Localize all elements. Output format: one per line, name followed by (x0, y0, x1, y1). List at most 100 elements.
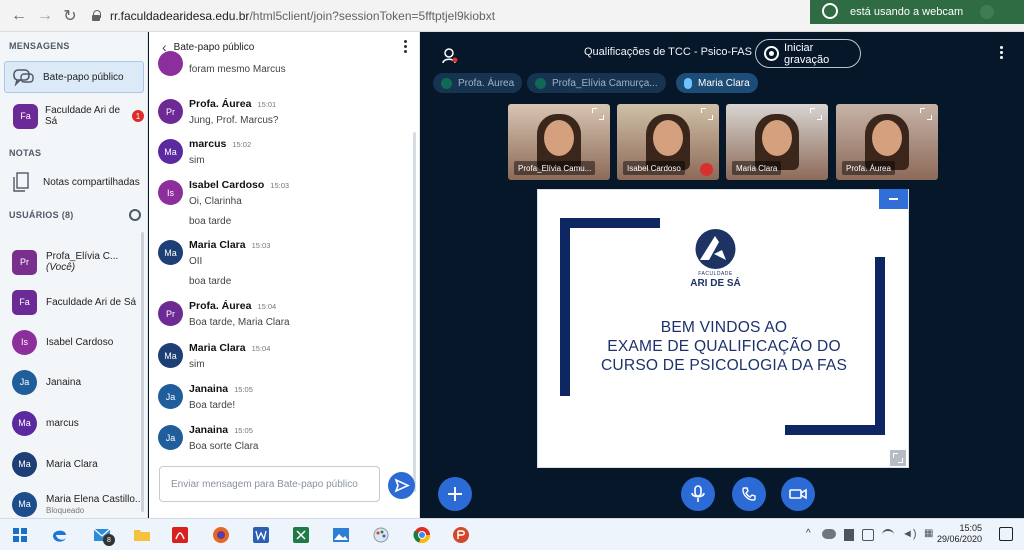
talker-chip[interactable]: Profa_Elívia Camurça... (527, 73, 666, 93)
refresh-icon[interactable]: ↻ (57, 3, 83, 29)
chat-message-header: Profa. Áurea 15:04 (189, 300, 276, 312)
chat-message: Ja Janaina 15:05 Boa tarde! (158, 383, 408, 418)
gear-icon[interactable] (129, 209, 141, 221)
paint-icon[interactable] (369, 523, 393, 547)
send-icon (394, 478, 410, 493)
user-list-item[interactable]: Ma marcus (4, 409, 144, 437)
windows-start-icon[interactable] (8, 523, 32, 547)
browser-bar: ← → ↻ rr.faculdadearidesa.edu.br /html5c… (0, 0, 1024, 32)
user-name-wrap: Janaina (46, 377, 81, 388)
clock-time: 15:05 (959, 523, 982, 533)
device-icon[interactable] (862, 529, 874, 541)
chat-message-text: boa tarde (189, 276, 232, 287)
expand-video-icon[interactable] (810, 108, 822, 120)
video-tile[interactable]: Isabel Cardoso (617, 104, 719, 180)
chat-author: Janaina (189, 424, 229, 436)
word-icon[interactable] (249, 523, 273, 547)
language-icon[interactable]: ▦ (924, 528, 933, 539)
acrobat-icon[interactable] (168, 523, 192, 547)
folder-icon[interactable] (130, 523, 154, 547)
chevron-up-icon[interactable]: ^ (806, 528, 811, 539)
send-button[interactable] (388, 472, 415, 499)
expand-video-icon[interactable] (592, 108, 604, 120)
chat-message-text: Boa tarde! (189, 400, 236, 411)
microphone-button[interactable] (681, 477, 715, 511)
chat-timestamp: 15:03 (251, 241, 271, 250)
avatar: Ma (12, 410, 37, 436)
avatar: Ma (158, 139, 183, 164)
chat-scrollbar[interactable] (413, 132, 416, 492)
address-bar[interactable]: rr.faculdadearidesa.edu.br /html5client/… (90, 5, 810, 27)
chat-options-icon[interactable] (404, 40, 407, 54)
avatar: Pr (12, 249, 37, 275)
user-list-item[interactable]: Ma Maria Clara (4, 450, 144, 478)
user-list-item[interactable]: Ja Janaina (4, 368, 144, 396)
user-list-item[interactable]: Is Isabel Cardoso (4, 328, 144, 356)
actions-plus-button[interactable] (438, 477, 472, 511)
partial-message: foram mesmo Marcus (158, 51, 408, 76)
user-name: marcus (46, 417, 79, 429)
cloud-icon[interactable] (822, 529, 836, 539)
record-icon (764, 46, 779, 61)
close-icon[interactable] (980, 5, 994, 19)
chat-message-text: OII (189, 256, 203, 267)
user-name: Profa_Elívia C... (46, 251, 119, 262)
avatar: Ma (158, 343, 183, 368)
sidebar-item-group-chat[interactable]: Fa Faculdade Ari de Sá 1 (4, 102, 144, 130)
chat-message: Ma marcus 15:02 sim (158, 138, 408, 173)
user-list-item[interactable]: Pr Profa_Elívia C...(Você) (4, 248, 144, 276)
chat-message-header: Profa. Áurea 15:01 (189, 98, 276, 110)
talker-chip[interactable]: Profa. Áurea (433, 73, 523, 93)
slide-title: BEM VINDOS AO EXAME DE QUALIFICAÇÃO DO C… (538, 318, 910, 375)
video-tile[interactable]: Maria Clara (726, 104, 828, 180)
sidebar-scrollbar[interactable] (141, 232, 144, 512)
record-label: Iniciar gravação (784, 41, 830, 66)
camera-button[interactable] (781, 477, 815, 511)
avatar: Fa (12, 289, 37, 315)
chat-message-text: sim (189, 155, 205, 166)
user-name-wrap: Faculdade Ari de Sá (46, 297, 136, 308)
user-list-item[interactable]: Ma Maria Elena Castillo... Bloqueado (4, 490, 144, 518)
chat-message: Ma Maria Clara 15:03 OII boa tarde (158, 239, 408, 294)
chat-author: marcus (189, 138, 227, 150)
minimize-presentation-button[interactable] (879, 189, 908, 209)
sidebar-item-shared-notes[interactable]: Notas compartilhadas (4, 168, 144, 196)
video-tile[interactable]: Profa_Elívia Camu... (508, 104, 610, 180)
sidebar-item-public-chat[interactable]: Bate-papo público (4, 61, 144, 93)
mail-icon[interactable]: 8 (90, 523, 115, 547)
fullscreen-icon[interactable] (890, 450, 906, 466)
start-recording-button[interactable]: Iniciar gravação (755, 39, 861, 68)
main-options-icon[interactable] (1000, 46, 1003, 60)
expand-video-icon[interactable] (701, 108, 713, 120)
avatar: Is (12, 329, 37, 355)
firefox-icon[interactable] (209, 523, 233, 547)
expand-video-icon[interactable] (920, 108, 932, 120)
forward-arrow-icon[interactable]: → (32, 3, 58, 29)
video-label: Maria Clara (732, 161, 782, 175)
video-tile[interactable]: Profa. Áurea (836, 104, 938, 180)
phone-button[interactable] (732, 477, 766, 511)
chrome-icon[interactable] (410, 523, 434, 547)
user-settings-icon[interactable] (441, 47, 459, 65)
notifications-icon[interactable] (999, 527, 1013, 541)
clock[interactable]: 15:05 29/06/2020 (937, 523, 982, 545)
sidebar-item-public-chat-label: Bate-papo público (43, 71, 124, 83)
chat-message-text: Oi, Clarinha (189, 196, 242, 207)
excel-icon[interactable] (289, 523, 313, 547)
chat-author: Maria Clara (189, 342, 246, 354)
user-name-wrap: marcus (46, 418, 79, 429)
participant-video-feed (653, 120, 683, 156)
edge-icon[interactable] (48, 523, 72, 547)
battery-icon[interactable] (844, 529, 854, 541)
avatar: Ma (158, 240, 183, 265)
volume-icon[interactable]: ◄) (902, 528, 917, 540)
chat-input[interactable]: Enviar mensagem para Bate-papo público (159, 466, 380, 502)
talker-chip-active[interactable]: Maria Clara (676, 73, 758, 93)
powerpoint-icon[interactable] (449, 523, 473, 547)
video-label: Isabel Cardoso (623, 161, 685, 175)
user-name-wrap: Maria Clara (46, 459, 98, 470)
user-list-item[interactable]: Fa Faculdade Ari de Sá (4, 288, 144, 316)
photos-icon[interactable] (329, 523, 353, 547)
back-arrow-icon[interactable]: ← (6, 3, 32, 29)
wifi-icon[interactable] (882, 529, 894, 541)
